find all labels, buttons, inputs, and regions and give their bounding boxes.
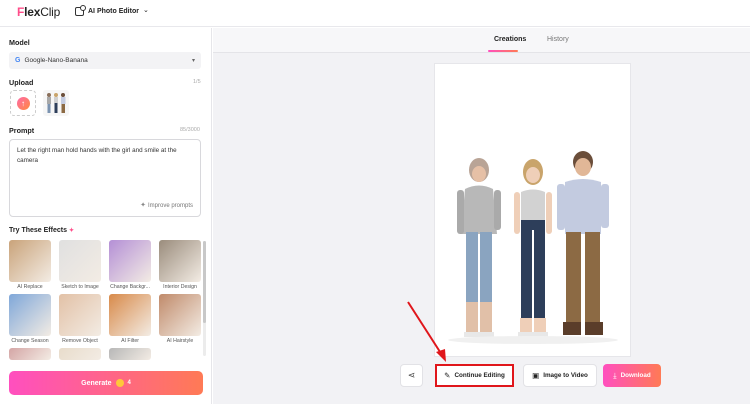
sparkle-icon: ✦ <box>68 228 74 234</box>
effect-name: Interior Design <box>163 284 197 290</box>
effect-thumbnail <box>9 240 51 282</box>
uploaded-image-thumbnail[interactable] <box>43 90 69 116</box>
top-header: FlexClip AI Photo Editor ⌄ <box>0 0 750 27</box>
effect-item[interactable]: AI Replace <box>9 240 51 290</box>
effect-name: AI Hairstyle <box>166 338 194 344</box>
upload-icon: ↑ <box>16 96 30 110</box>
effect-item[interactable]: Remove Object <box>59 294 101 344</box>
continue-editing-button[interactable]: ✎ Continue Editing <box>435 364 514 387</box>
chevron-down-icon: ▾ <box>191 58 195 64</box>
model-label: Model <box>9 38 30 47</box>
continue-label: Continue Editing <box>454 372 505 379</box>
logo-clip: Clip <box>40 5 61 19</box>
effect-item[interactable]: Change Backgr... <box>109 240 151 290</box>
effect-name: Remove Object <box>62 338 98 344</box>
prompt-count: 85/3000 <box>180 127 200 133</box>
effect-name: Sketch to Image <box>61 284 99 290</box>
logo-lex: lex <box>24 5 41 19</box>
credit-cost: 4 <box>127 380 131 386</box>
flexclip-logo[interactable]: FlexClip <box>17 5 60 19</box>
active-tab-indicator <box>488 50 518 52</box>
effect-name: Change Backgr... <box>110 284 150 290</box>
upload-button[interactable]: ↑ <box>10 90 36 116</box>
result-image[interactable] <box>434 63 631 357</box>
scrollbar-thumb[interactable] <box>203 241 206 323</box>
effect-thumbnail <box>109 294 151 336</box>
effect-thumbnail <box>59 348 101 360</box>
result-area: Creations History ⋖ ✎ Continue Editing ▣… <box>213 28 750 404</box>
upload-label: Upload <box>9 78 34 87</box>
google-icon: G <box>15 57 21 64</box>
effect-item[interactable]: Sketch to Image <box>59 240 101 290</box>
effect-item[interactable] <box>9 348 51 360</box>
download-label: Download <box>620 372 651 379</box>
effect-item[interactable]: AI Filter <box>109 294 151 344</box>
effect-name: Change Season <box>11 338 49 344</box>
share-button[interactable]: ⋖ <box>400 364 423 387</box>
sparkle-icon: ✦ <box>140 202 146 209</box>
image-to-video-label: Image to Video <box>543 372 588 379</box>
model-value: Google-Nano-Banana <box>24 57 88 64</box>
effects-label: Try These Effects ✦ <box>9 227 74 234</box>
improve-prompts-button[interactable]: ✦ Improve prompts <box>140 201 193 211</box>
effect-thumbnail <box>9 294 51 336</box>
download-icon: ⤓ <box>613 370 617 380</box>
effect-item[interactable]: AI Hairstyle <box>159 294 201 344</box>
credit-coin-icon <box>115 379 124 387</box>
result-tabs: Creations History <box>213 28 750 53</box>
image-to-video-button[interactable]: ▣ Image to Video <box>523 364 597 387</box>
improve-label: Improve prompts <box>147 203 193 209</box>
editor-label: AI Photo Editor <box>88 8 139 15</box>
people-thumbnail-image <box>43 90 69 116</box>
prompt-text: Let the right man hold hands with the gi… <box>17 147 177 164</box>
effects-label-text: Try These Effects <box>9 227 67 234</box>
share-icon: ⋖ <box>407 370 416 380</box>
model-select[interactable]: G Google-Nano-Banana ▾ <box>9 52 201 69</box>
effect-name: AI Filter <box>121 338 139 344</box>
photo-editor-icon <box>75 5 86 16</box>
effect-item[interactable]: Interior Design <box>159 240 201 290</box>
ai-photo-editor-selector[interactable]: AI Photo Editor ⌄ <box>75 5 149 16</box>
effect-thumbnail <box>159 294 201 336</box>
effect-thumbnail <box>109 240 151 282</box>
prompt-label: Prompt <box>9 126 35 135</box>
upload-count: 1/5 <box>193 79 201 85</box>
pencil-icon: ✎ <box>444 371 451 380</box>
generated-photo <box>435 64 630 356</box>
chevron-down-icon: ⌄ <box>142 7 149 14</box>
generate-label: Generate <box>81 379 112 387</box>
effect-item[interactable] <box>109 348 151 360</box>
effect-thumbnail <box>159 240 201 282</box>
effect-thumbnail <box>109 348 151 360</box>
effect-thumbnail <box>9 348 51 360</box>
tab-history[interactable]: History <box>547 36 569 43</box>
effect-item[interactable]: Change Season <box>9 294 51 344</box>
generate-button[interactable]: Generate 4 <box>9 371 203 395</box>
effect-thumbnail <box>59 294 101 336</box>
effect-item[interactable] <box>59 348 101 360</box>
left-panel: Model G Google-Nano-Banana ▾ Upload 1/5 … <box>0 28 212 404</box>
effect-thumbnail <box>59 240 101 282</box>
effect-name: AI Replace <box>17 284 43 290</box>
video-icon: ▣ <box>532 371 540 380</box>
download-button[interactable]: ⤓ Download <box>603 364 661 387</box>
prompt-textarea[interactable]: Let the right man hold hands with the gi… <box>9 139 201 217</box>
tab-creations[interactable]: Creations <box>494 36 526 43</box>
effects-scrollbar[interactable] <box>203 241 206 356</box>
